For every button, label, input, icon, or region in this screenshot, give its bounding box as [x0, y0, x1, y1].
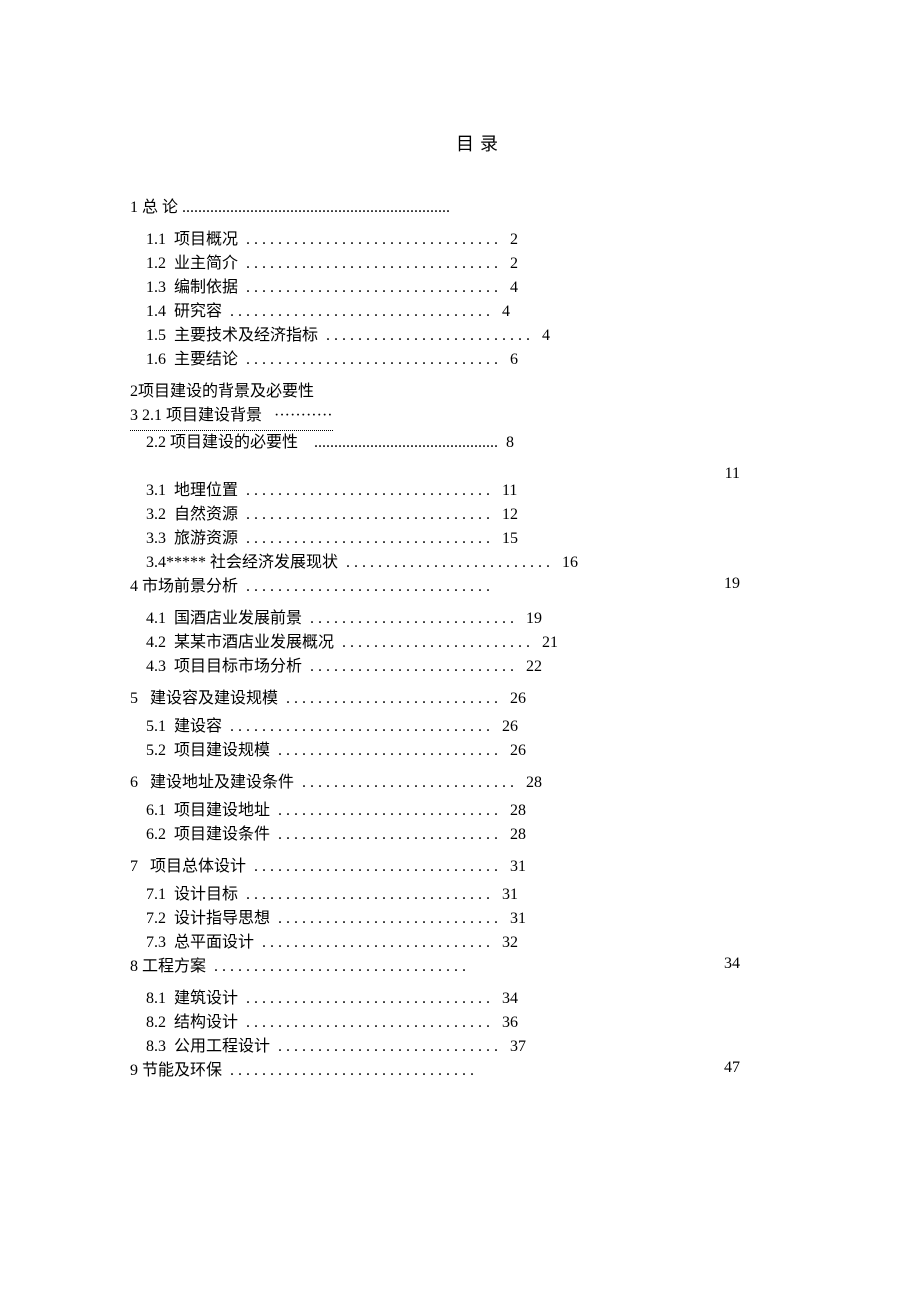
side-page-3: 11 [725, 465, 740, 483]
toc-entry-6: 6 建设地址及建设条件 . . . . . . . . . . . . . . … [130, 771, 830, 795]
side-page-9: 47 [724, 1059, 740, 1077]
toc-entry-1-4: 1.4 研究容 . . . . . . . . . . . . . . . . … [130, 300, 830, 324]
toc-entry-2-1-text: 2.1 项目建设背景 ··········· [138, 407, 333, 424]
toc-entry-3-3: 3.3 旅游资源 . . . . . . . . . . . . . . . .… [130, 527, 830, 551]
toc-entry-4-2: 4.2 某某市酒店业发展概况 . . . . . . . . . . . . .… [130, 631, 830, 655]
toc-entry-7: 7 项目总体设计 . . . . . . . . . . . . . . . .… [130, 855, 830, 879]
toc-entry-2-2: 2.2 项目建设的必要性 ...........................… [130, 431, 830, 455]
toc-entry-1-1: 1.1 项目概况 . . . . . . . . . . . . . . . .… [130, 228, 830, 252]
toc-entry-8-3: 8.3 公用工程设计 . . . . . . . . . . . . . . .… [130, 1035, 830, 1059]
toc-entry-1-3: 1.3 编制依据 . . . . . . . . . . . . . . . .… [130, 276, 830, 300]
toc-entry-5-2: 5.2 项目建设规模 . . . . . . . . . . . . . . .… [130, 739, 830, 763]
toc-entry-7-1: 7.1 设计目标 . . . . . . . . . . . . . . . .… [130, 883, 830, 907]
toc-entry-7-2: 7.2 设计指导思想 . . . . . . . . . . . . . . .… [130, 907, 830, 931]
toc-entry-5-1: 5.1 建设容 . . . . . . . . . . . . . . . . … [130, 715, 830, 739]
toc-entry-8-1: 8.1 建筑设计 . . . . . . . . . . . . . . . .… [130, 987, 830, 1011]
toc-entry-2: 2项目建设的背景及必要性 [130, 380, 830, 404]
toc-entry-2-1-prefix: 3 [130, 407, 138, 424]
toc-entry-2-1: 3 2.1 项目建设背景 ··········· [130, 404, 830, 431]
toc-entry-6-2: 6.2 项目建设条件 . . . . . . . . . . . . . . .… [130, 823, 830, 847]
toc-entry-5: 5 建设容及建设规模 . . . . . . . . . . . . . . .… [130, 687, 830, 711]
toc-entry-1-2: 1.2 业主简介 . . . . . . . . . . . . . . . .… [130, 252, 830, 276]
toc-entry-4-1: 4.1 国酒店业发展前景 . . . . . . . . . . . . . .… [130, 607, 830, 631]
toc-page: 目录 1 总 论 ...............................… [0, 0, 920, 1143]
toc-entry-1-5: 1.5 主要技术及经济指标 . . . . . . . . . . . . . … [130, 324, 830, 348]
toc-entry-3-4: 3.4***** 社会经济发展现状 . . . . . . . . . . . … [130, 551, 830, 575]
side-page-8: 34 [724, 955, 740, 973]
toc-entry-7-3: 7.3 总平面设计 . . . . . . . . . . . . . . . … [130, 931, 830, 955]
toc-entry-8-2: 8.2 结构设计 . . . . . . . . . . . . . . . .… [130, 1011, 830, 1035]
toc-entry-1-6: 1.6 主要结论 . . . . . . . . . . . . . . . .… [130, 348, 830, 372]
toc-entry-6-1: 6.1 项目建设地址 . . . . . . . . . . . . . . .… [130, 799, 830, 823]
side-page-4: 19 [724, 575, 740, 593]
toc-entry-1: 1 总 论 ..................................… [130, 196, 830, 220]
toc-entry-3-2: 3.2 自然资源 . . . . . . . . . . . . . . . .… [130, 503, 830, 527]
toc-entry-4-3: 4.3 项目目标市场分析 . . . . . . . . . . . . . .… [130, 655, 830, 679]
toc-title: 目录 [130, 130, 830, 156]
